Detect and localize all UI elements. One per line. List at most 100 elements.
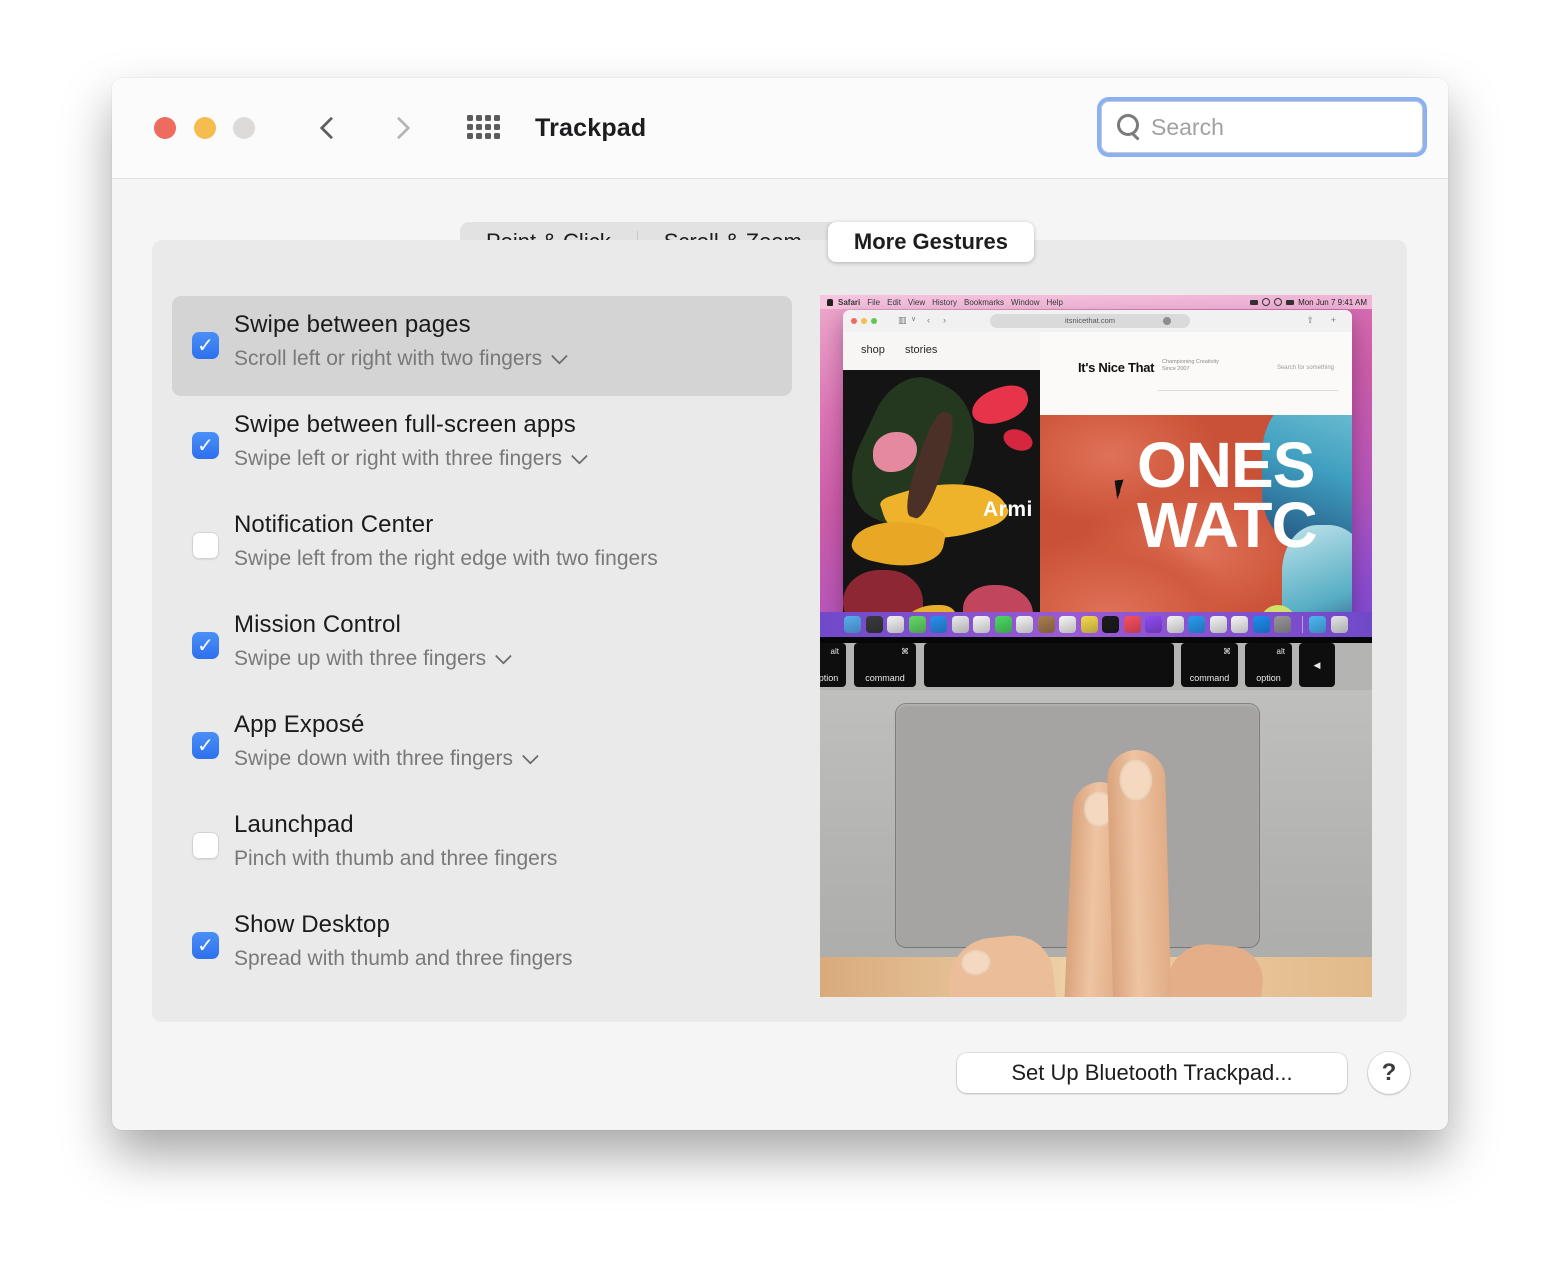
- fish-shape: [1000, 425, 1036, 455]
- menubar-status-icons: Mon Jun 7 9:41 AM: [1250, 295, 1367, 309]
- gesture-title: Swipe between pages: [234, 311, 471, 338]
- dock-app-icon: [930, 616, 947, 633]
- sidebar-icon: ▥: [898, 315, 907, 325]
- gesture-checkbox[interactable]: [192, 332, 219, 359]
- thumb-nail: [959, 948, 993, 978]
- spacebar-key: [924, 643, 1174, 687]
- safari-window: ▥ ∨ ‹ › itsnicethat.com ⇧ + shop stories: [843, 310, 1352, 637]
- finger-nail: [1118, 758, 1153, 802]
- dock-app-icon: [1231, 616, 1248, 633]
- gesture-subtitle[interactable]: Swipe down with three fingers: [234, 747, 539, 771]
- dock-app-icon: [887, 616, 904, 633]
- chevron-right-icon: [387, 116, 411, 140]
- site-logo: It's Nice That: [1078, 360, 1155, 375]
- dock-app-icon: [844, 616, 861, 633]
- tab-more-gestures[interactable]: More Gestures: [827, 222, 1034, 262]
- menubar-item: Edit: [887, 297, 901, 307]
- setup-bluetooth-trackpad-button[interactable]: Set Up Bluetooth Trackpad...: [957, 1053, 1347, 1093]
- dock: [820, 612, 1372, 637]
- wifi-icon: [1262, 298, 1271, 306]
- gesture-list: Swipe between pages Scroll left or right …: [172, 296, 792, 996]
- back-button[interactable]: [314, 114, 344, 144]
- chevron-down-icon[interactable]: [495, 647, 513, 665]
- zoom-button[interactable]: [233, 117, 255, 139]
- control-center-icon: [1286, 299, 1295, 305]
- share-icon: ⇧: [1306, 315, 1314, 325]
- safari-forward-icon: ›: [943, 315, 946, 325]
- command-key: ⌘ command: [1181, 643, 1238, 687]
- dark-artwork: Armi: [843, 370, 1040, 637]
- gesture-checkbox[interactable]: [192, 932, 219, 959]
- menubar-item: Bookmarks: [964, 297, 1005, 307]
- search-input[interactable]: [1149, 107, 1403, 147]
- laptop-deck: [820, 690, 1372, 997]
- keyboard-row: altoption⌘command⌘commandaltoption◀: [820, 643, 1372, 690]
- safari-close-button: [851, 318, 857, 324]
- gesture-title: App Exposé: [234, 711, 365, 738]
- safari-back-icon: ‹: [927, 315, 930, 325]
- gesture-checkbox[interactable]: [192, 532, 219, 559]
- trackpad-preferences-window: Trackpad Point & ClickScroll & ZoomMore …: [112, 78, 1448, 1130]
- gesture-subtitle[interactable]: Swipe left or right with three fingers: [234, 447, 588, 471]
- battery-icon: [1250, 299, 1259, 305]
- spotlight-icon: [1274, 298, 1283, 306]
- gesture-title: Show Desktop: [234, 911, 390, 938]
- gesture-subtitle[interactable]: Swipe up with three fingers: [234, 647, 513, 671]
- sidebar-chevron-icon: ∨: [911, 316, 917, 323]
- dock-app-icon: [1252, 616, 1270, 633]
- dock-app-icon: [994, 616, 1012, 633]
- middle-finger: [1106, 749, 1172, 997]
- dock-app-icon: [1037, 616, 1055, 633]
- dock-app-icon: [1145, 616, 1162, 633]
- gestures-panel: Swipe between pages Scroll left or right …: [152, 240, 1407, 1022]
- gesture-row[interactable]: Swipe between pages Scroll left or right …: [172, 296, 792, 396]
- fish-shape: [967, 381, 1033, 429]
- gesture-title: Mission Control: [234, 611, 401, 638]
- gesture-checkbox[interactable]: [192, 632, 219, 659]
- chevron-down-icon[interactable]: [551, 347, 569, 365]
- gesture-checkbox[interactable]: [192, 832, 219, 859]
- gesture-row[interactable]: App Exposé Swipe down with three fingers: [172, 696, 792, 796]
- close-button[interactable]: [154, 117, 176, 139]
- nav-shop: shop: [861, 344, 885, 356]
- help-button[interactable]: ?: [1368, 1052, 1410, 1094]
- dock-app-icon: [1123, 616, 1141, 633]
- gesture-row[interactable]: Notification Center Swipe left from the r…: [172, 496, 792, 596]
- hero-headline: ONES WATC: [1137, 429, 1318, 561]
- reload-icon: [1163, 317, 1171, 325]
- url-bar: itsnicethat.com: [990, 314, 1190, 328]
- gesture-title: Launchpad: [234, 811, 354, 838]
- gesture-row[interactable]: Launchpad Pinch with thumb and three fing…: [172, 796, 792, 896]
- option-key: altoption: [1245, 643, 1292, 687]
- forward-button[interactable]: [386, 114, 416, 144]
- safari-zoom-button: [871, 318, 877, 324]
- dock-app-icon: [1166, 616, 1184, 633]
- current-page: It's Nice That Championing Creativity Si…: [1040, 332, 1352, 637]
- minimize-button[interactable]: [194, 117, 216, 139]
- safari-minimize-button: [861, 318, 867, 324]
- search-field[interactable]: [1097, 97, 1427, 157]
- folded-fingers: [1165, 940, 1266, 997]
- gesture-row[interactable]: Mission Control Swipe up with three finge…: [172, 596, 792, 696]
- dock-app-icon: [865, 616, 883, 633]
- menubar-item: Help: [1046, 297, 1063, 307]
- chevron-down-icon[interactable]: [570, 447, 588, 465]
- dock-app-icon: [1080, 616, 1098, 633]
- show-all-grid-icon[interactable]: [467, 115, 500, 139]
- gesture-subtitle[interactable]: Scroll left or right with two fingers: [234, 347, 569, 371]
- gesture-row[interactable]: Swipe between full-screen apps Swipe left…: [172, 396, 792, 496]
- safari-toolbar: ▥ ∨ ‹ › itsnicethat.com ⇧ +: [843, 310, 1352, 333]
- gesture-subtitle: Pinch with thumb and three fingers: [234, 847, 558, 870]
- gesture-title: Swipe between full-screen apps: [234, 411, 576, 438]
- site-search-label: Search for something: [1276, 365, 1334, 371]
- red-artwork: ONES WATC: [1040, 415, 1352, 637]
- gesture-checkbox[interactable]: [192, 432, 219, 459]
- site-tagline: Championing Creativity Since 2007: [1162, 359, 1219, 372]
- chevron-down-icon[interactable]: [521, 747, 539, 765]
- nav-stories: stories: [905, 344, 938, 356]
- dock-app-icon: [1188, 616, 1205, 633]
- titlebar: Trackpad: [112, 78, 1448, 179]
- gesture-row[interactable]: Show Desktop Spread with thumb and three …: [172, 896, 792, 996]
- gesture-checkbox[interactable]: [192, 732, 219, 759]
- menubar-item: History: [932, 297, 958, 307]
